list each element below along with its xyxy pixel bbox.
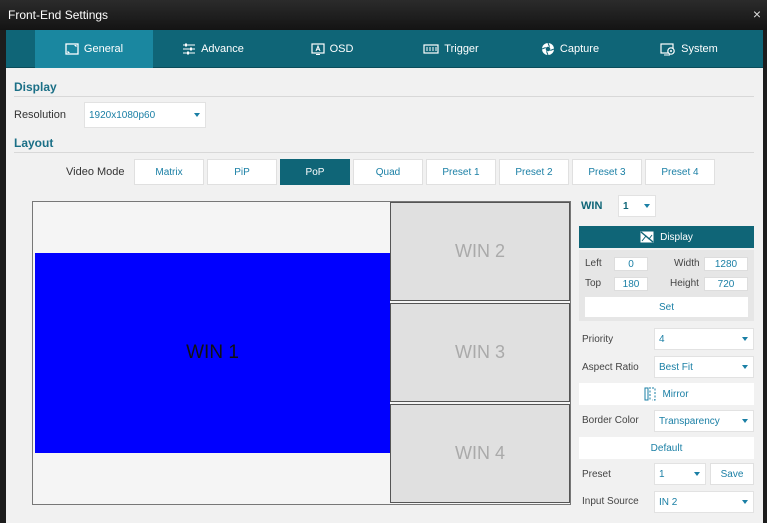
display-icon	[640, 231, 654, 243]
divider	[14, 96, 754, 97]
height-label: Height	[670, 278, 699, 289]
input-source-select[interactable]: IN 2	[654, 491, 754, 513]
tab-general[interactable]: General	[35, 30, 153, 68]
aspect-ratio-select[interactable]: Best Fit	[654, 356, 754, 378]
chevron-down-icon	[742, 500, 748, 504]
window-title: Front-End Settings	[8, 8, 109, 22]
chevron-down-icon	[694, 472, 700, 476]
window-4[interactable]: WIN 4	[390, 404, 570, 503]
aspect-ratio-label: Aspect Ratio	[582, 362, 639, 373]
preset-label: Preset	[582, 469, 611, 480]
mode-preset2-button[interactable]: Preset 2	[499, 159, 569, 185]
border-color-select[interactable]: Transparency	[654, 410, 754, 432]
left-label: Left	[585, 258, 602, 269]
tab-bar: General Advance OSD Trigger Capture Syst…	[6, 30, 763, 68]
system-gear-icon	[660, 42, 676, 56]
aspect-ratio-value: Best Fit	[659, 361, 693, 373]
window-2[interactable]: WIN 2	[390, 202, 570, 301]
mode-quad-button[interactable]: Quad	[353, 159, 423, 185]
chevron-down-icon	[644, 204, 650, 208]
close-icon[interactable]: ×	[753, 6, 761, 22]
height-input[interactable]: 720	[704, 277, 748, 291]
mirror-button-label: Mirror	[662, 388, 689, 400]
window-3[interactable]: WIN 3	[390, 303, 570, 402]
mode-pip-button[interactable]: PiP	[207, 159, 277, 185]
top-input[interactable]: 180	[614, 277, 648, 291]
tab-system[interactable]: System	[630, 30, 748, 68]
preset-value: 1	[659, 468, 665, 480]
tab-label: Trigger	[444, 43, 479, 55]
priority-label: Priority	[582, 334, 614, 345]
window-1[interactable]: WIN 1	[35, 253, 390, 453]
mirror-button[interactable]: Mirror	[579, 383, 754, 405]
tab-label: System	[681, 43, 718, 55]
tab-label: Advance	[201, 43, 244, 55]
left-input[interactable]: 0	[614, 257, 648, 271]
tab-osd[interactable]: OSD	[273, 30, 391, 68]
resolution-value: 1920x1080p60	[89, 109, 156, 121]
title-bar: Front-End Settings ×	[0, 0, 767, 30]
win-label: WIN	[581, 200, 603, 212]
tab-capture[interactable]: Capture	[511, 30, 629, 68]
preset-select[interactable]: 1	[654, 463, 706, 485]
default-button[interactable]: Default	[579, 437, 754, 459]
top-label: Top	[585, 278, 602, 289]
priority-select[interactable]: 4	[654, 328, 754, 350]
resolution-select[interactable]: 1920x1080p60	[84, 102, 206, 128]
trigger-icon	[423, 43, 439, 55]
chevron-down-icon	[742, 419, 748, 423]
win-select[interactable]: 1	[618, 195, 656, 217]
tab-label: OSD	[329, 43, 354, 55]
resolution-label: Resolution	[14, 109, 66, 121]
border-color-label: Border Color	[582, 415, 639, 426]
tab-label: Capture	[559, 43, 600, 55]
layout-section-title: Layout	[14, 136, 54, 150]
chevron-down-icon	[742, 337, 748, 341]
width-label: Width	[674, 258, 700, 269]
osd-icon	[310, 43, 325, 55]
mode-preset4-button[interactable]: Preset 4	[645, 159, 715, 185]
input-source-value: IN 2	[659, 496, 678, 508]
divider	[14, 152, 754, 153]
display-section-title: Display	[14, 80, 57, 94]
mirror-icon	[644, 387, 656, 401]
mode-preset1-button[interactable]: Preset 1	[426, 159, 496, 185]
screen-icon	[65, 43, 79, 55]
chevron-down-icon	[194, 113, 200, 117]
mode-preset3-button[interactable]: Preset 3	[572, 159, 642, 185]
border-color-value: Transparency	[659, 415, 720, 427]
chevron-down-icon	[742, 365, 748, 369]
layout-canvas: WIN 1 WIN 2 WIN 3 WIN 4	[32, 201, 571, 505]
tab-label: General	[83, 43, 124, 55]
set-button[interactable]: Set	[585, 297, 748, 317]
video-mode-label: Video Mode	[66, 166, 125, 178]
camera-icon	[541, 42, 555, 56]
display-button-label: Display	[660, 231, 693, 243]
priority-value: 4	[659, 333, 665, 345]
mode-pop-button[interactable]: PoP	[280, 159, 350, 185]
save-button[interactable]: Save	[710, 463, 754, 485]
tab-trigger[interactable]: Trigger	[392, 30, 510, 68]
mode-matrix-button[interactable]: Matrix	[134, 159, 204, 185]
width-input[interactable]: 1280	[704, 257, 748, 271]
tab-advance[interactable]: Advance	[154, 30, 272, 68]
display-button[interactable]: Display	[579, 226, 754, 248]
input-source-label: Input Source	[582, 496, 639, 507]
win-value: 1	[623, 200, 629, 212]
sliders-icon	[182, 43, 196, 55]
